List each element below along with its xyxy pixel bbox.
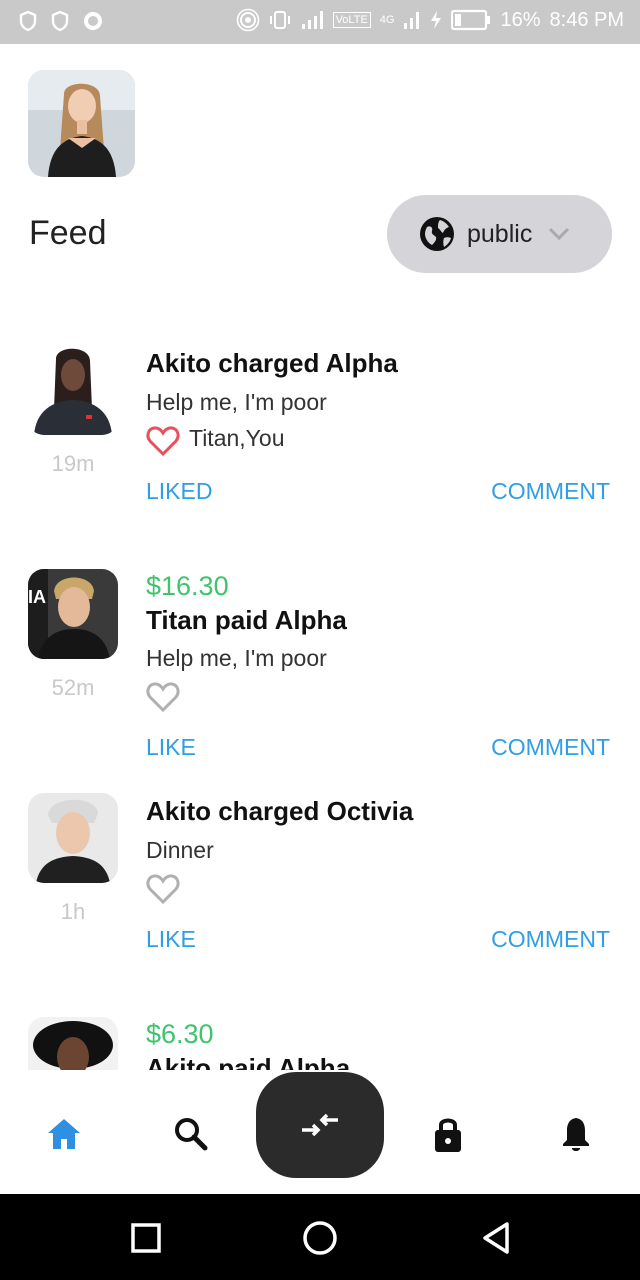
heart-liked-icon[interactable] bbox=[146, 424, 180, 458]
vibrate-icon bbox=[269, 11, 290, 29]
transfer-button[interactable] bbox=[256, 1072, 384, 1178]
lock-icon bbox=[435, 1118, 461, 1152]
avatar-image bbox=[28, 793, 118, 883]
network-gen: 4G bbox=[379, 14, 395, 26]
search-icon bbox=[175, 1118, 208, 1151]
like-button[interactable]: LIKE bbox=[146, 734, 196, 761]
back-button[interactable] bbox=[476, 1218, 516, 1258]
status-bar: VoLTE 4G 16% 8:46 PM bbox=[0, 0, 640, 44]
shield-icon bbox=[19, 10, 37, 32]
home-icon bbox=[48, 1119, 80, 1149]
feed-list[interactable]: 19m Akito charged Alpha Help me, I'm poo… bbox=[0, 300, 640, 1070]
amount: $16.30 bbox=[146, 571, 229, 601]
timestamp: 1h bbox=[60, 899, 86, 924]
charging-icon bbox=[431, 11, 442, 29]
visibility-dropdown[interactable]: public bbox=[387, 195, 612, 273]
battery-percent: 16% bbox=[500, 8, 541, 31]
battery-icon bbox=[451, 9, 491, 31]
system-nav-bar bbox=[0, 1194, 640, 1280]
comment-button[interactable]: COMMENT bbox=[491, 734, 610, 761]
transaction-title: Akito charged Alpha bbox=[146, 348, 398, 378]
avatar[interactable] bbox=[28, 793, 118, 883]
nav-lock[interactable] bbox=[428, 1114, 468, 1154]
circle-icon bbox=[303, 1221, 337, 1255]
recent-apps-button[interactable] bbox=[126, 1218, 166, 1258]
transfer-icon bbox=[302, 1113, 338, 1137]
square-icon bbox=[131, 1223, 161, 1253]
page-title: Feed bbox=[29, 214, 107, 252]
transaction-note: Dinner bbox=[146, 837, 214, 863]
circle-icon bbox=[84, 12, 102, 30]
avatar-image bbox=[28, 1017, 118, 1070]
shield-icon bbox=[51, 10, 69, 32]
avatar-woman-image bbox=[28, 70, 135, 177]
amount: $6.30 bbox=[146, 1019, 214, 1049]
visibility-label: public bbox=[467, 219, 533, 248]
signal-icon bbox=[404, 12, 420, 29]
bell-icon bbox=[563, 1118, 589, 1151]
avatar[interactable] bbox=[28, 1017, 118, 1070]
nav-home[interactable] bbox=[44, 1114, 84, 1154]
nav-notifications[interactable] bbox=[556, 1114, 596, 1154]
avatar[interactable]: IA bbox=[28, 569, 118, 659]
transaction-title: Titan paid Alpha bbox=[146, 605, 347, 635]
avatar-image: IA bbox=[28, 569, 118, 659]
svg-text:IA: IA bbox=[28, 587, 46, 607]
transaction-note: Help me, I'm poor bbox=[146, 645, 327, 671]
volte-badge: VoLTE bbox=[332, 12, 371, 28]
timestamp: 52m bbox=[51, 675, 95, 700]
like-button[interactable]: LIKED bbox=[146, 478, 212, 505]
comment-button[interactable]: COMMENT bbox=[491, 926, 610, 953]
globe-icon bbox=[420, 217, 454, 251]
transaction-note: Help me, I'm poor bbox=[146, 389, 327, 415]
heart-icon[interactable] bbox=[146, 872, 180, 906]
transaction-title: Akito paid Alpha bbox=[146, 1053, 351, 1070]
profile-avatar[interactable] bbox=[28, 70, 135, 177]
nav-search[interactable] bbox=[171, 1114, 211, 1154]
heart-icon[interactable] bbox=[146, 680, 180, 714]
transaction-title: Akito charged Octivia bbox=[146, 796, 414, 826]
timestamp: 19m bbox=[51, 451, 95, 476]
signal-icon bbox=[301, 11, 323, 29]
chevron-down-icon bbox=[549, 227, 570, 241]
hotspot-icon bbox=[236, 8, 259, 32]
likers-list: Titan,You bbox=[189, 425, 285, 451]
clock: 8:46 PM bbox=[549, 8, 624, 31]
comment-button[interactable]: COMMENT bbox=[491, 478, 610, 505]
avatar[interactable] bbox=[28, 345, 118, 435]
like-button[interactable]: LIKE bbox=[146, 926, 196, 953]
home-system-button[interactable] bbox=[300, 1218, 340, 1258]
bottom-nav bbox=[0, 1070, 640, 1194]
avatar-image bbox=[28, 345, 118, 435]
back-triangle-icon bbox=[483, 1222, 509, 1254]
